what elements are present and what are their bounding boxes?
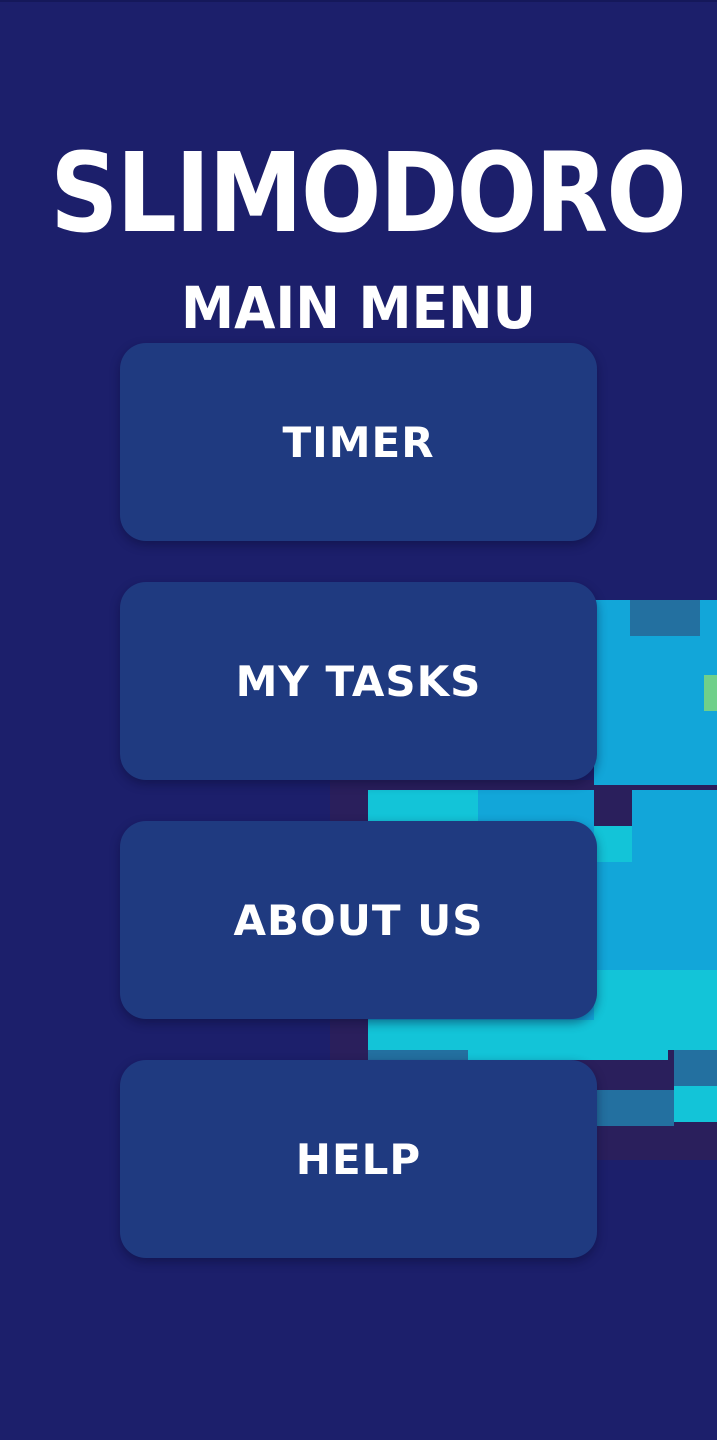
slime-pixel (594, 786, 632, 826)
timer-button-label: TIMER (282, 417, 435, 467)
my-tasks-button-label: MY TASKS (235, 656, 482, 706)
my-tasks-button[interactable]: MY TASKS (120, 582, 597, 780)
slime-pixel (630, 600, 700, 636)
slime-pixel (674, 1086, 717, 1122)
main-menu-screen: SLIMODORO MAIN MENU TIMER MY TASKS ABOUT… (0, 0, 717, 1440)
about-us-button-label: ABOUT US (233, 895, 484, 945)
main-menu-heading: MAIN MENU (180, 274, 537, 342)
help-button[interactable]: HELP (120, 1060, 597, 1258)
status-bar-strip (0, 0, 717, 2)
slime-pixel (594, 1126, 717, 1160)
slime-pixel (674, 1050, 717, 1086)
timer-button[interactable]: TIMER (120, 343, 597, 541)
slime-pixel (594, 970, 717, 1050)
help-button-label: HELP (295, 1134, 422, 1184)
about-us-button[interactable]: ABOUT US (120, 821, 597, 1019)
app-title: SLIMODORO (50, 129, 687, 257)
slime-pixel (594, 1090, 674, 1126)
slime-pixel (594, 826, 632, 862)
slime-pixel (704, 675, 717, 711)
